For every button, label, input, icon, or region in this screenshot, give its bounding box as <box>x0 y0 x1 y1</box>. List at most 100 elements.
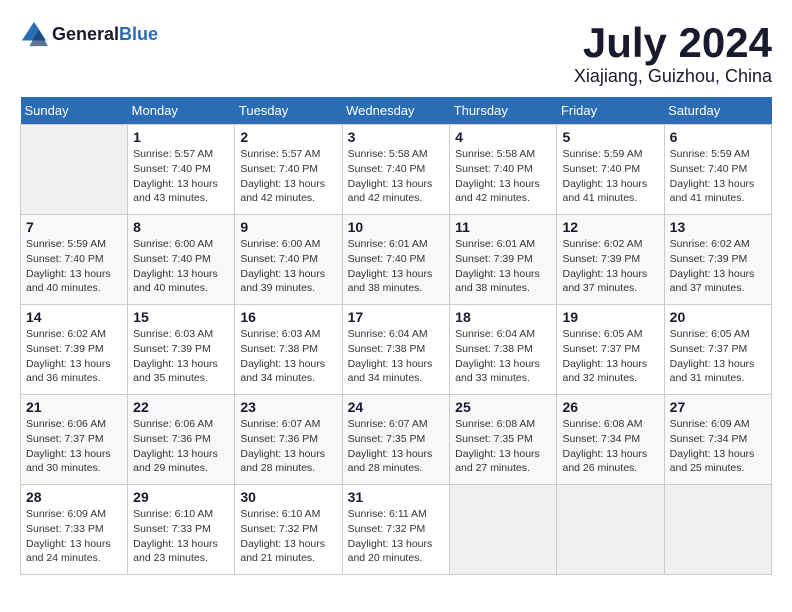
day-info: Sunrise: 5:57 AMSunset: 7:40 PMDaylight:… <box>240 147 336 206</box>
calendar-cell: 23Sunrise: 6:07 AMSunset: 7:36 PMDayligh… <box>235 395 342 485</box>
day-info: Sunrise: 6:02 AMSunset: 7:39 PMDaylight:… <box>562 237 658 296</box>
day-info: Sunrise: 6:01 AMSunset: 7:39 PMDaylight:… <box>455 237 551 296</box>
day-number: 28 <box>26 489 122 505</box>
calendar-cell: 12 Sunrise: 6:02 AMSunset: 7:39 PMDayligh… <box>557 215 664 305</box>
calendar-cell <box>664 485 771 575</box>
calendar-table: SundayMondayTuesdayWednesdayThursdayFrid… <box>20 97 772 575</box>
day-number: 16 <box>240 309 336 325</box>
day-info: Sunrise: 6:08 AMSunset: 7:35 PMDaylight:… <box>455 417 551 476</box>
day-info: Sunrise: 6:09 AMSunset: 7:34 PMDaylight:… <box>670 417 766 476</box>
day-number: 11 <box>455 219 551 235</box>
day-info: Sunrise: 6:11 AMSunset: 7:32 PMDaylight:… <box>348 507 445 566</box>
calendar-cell: 8 Sunrise: 6:00 AMSunset: 7:40 PMDaylight… <box>128 215 235 305</box>
calendar-cell: 3Sunrise: 5:58 AMSunset: 7:40 PMDaylight… <box>342 125 450 215</box>
day-number: 2 <box>240 129 336 145</box>
calendar-cell: 24Sunrise: 6:07 AMSunset: 7:35 PMDayligh… <box>342 395 450 485</box>
calendar-cell: 31 Sunrise: 6:11 AMSunset: 7:32 PMDayligh… <box>342 485 450 575</box>
day-info: Sunrise: 6:03 AMSunset: 7:38 PMDaylight:… <box>240 327 336 386</box>
day-number: 9 <box>240 219 336 235</box>
day-info: Sunrise: 6:10 AMSunset: 7:32 PMDaylight:… <box>240 507 336 566</box>
day-number: 6 <box>670 129 766 145</box>
calendar-cell: 28 Sunrise: 6:09 AMSunset: 7:33 PMDayligh… <box>21 485 128 575</box>
calendar-cell <box>21 125 128 215</box>
day-info: Sunrise: 6:06 AMSunset: 7:37 PMDaylight:… <box>26 417 122 476</box>
day-info: Sunrise: 6:07 AMSunset: 7:35 PMDaylight:… <box>348 417 445 476</box>
day-info: Sunrise: 6:03 AMSunset: 7:39 PMDaylight:… <box>133 327 229 386</box>
weekday-header-monday: Monday <box>128 97 235 125</box>
calendar-cell: 5Sunrise: 5:59 AMSunset: 7:40 PMDaylight… <box>557 125 664 215</box>
calendar-cell: 2 Sunrise: 5:57 AMSunset: 7:40 PMDaylight… <box>235 125 342 215</box>
location-title: Xiajiang, Guizhou, China <box>574 66 772 87</box>
calendar-cell: 6 Sunrise: 5:59 AMSunset: 7:40 PMDaylight… <box>664 125 771 215</box>
day-number: 22 <box>133 399 229 415</box>
day-info: Sunrise: 5:59 AMSunset: 7:40 PMDaylight:… <box>26 237 122 296</box>
calendar-cell: 21Sunrise: 6:06 AMSunset: 7:37 PMDayligh… <box>21 395 128 485</box>
calendar-cell: 30 Sunrise: 6:10 AMSunset: 7:32 PMDayligh… <box>235 485 342 575</box>
day-number: 20 <box>670 309 766 325</box>
calendar-cell: 27 Sunrise: 6:09 AMSunset: 7:34 PMDayligh… <box>664 395 771 485</box>
day-number: 4 <box>455 129 551 145</box>
calendar-header-row: SundayMondayTuesdayWednesdayThursdayFrid… <box>21 97 772 125</box>
page-header: GeneralBlue July 2024 Xiajiang, Guizhou,… <box>20 20 772 87</box>
day-info: Sunrise: 6:09 AMSunset: 7:33 PMDaylight:… <box>26 507 122 566</box>
day-number: 7 <box>26 219 122 235</box>
day-info: Sunrise: 6:10 AMSunset: 7:33 PMDaylight:… <box>133 507 229 566</box>
day-number: 25 <box>455 399 551 415</box>
calendar-cell: 26 Sunrise: 6:08 AMSunset: 7:34 PMDayligh… <box>557 395 664 485</box>
calendar-cell: 11 Sunrise: 6:01 AMSunset: 7:39 PMDayligh… <box>450 215 557 305</box>
day-number: 18 <box>455 309 551 325</box>
logo-icon <box>20 20 48 48</box>
calendar-cell: 16 Sunrise: 6:03 AMSunset: 7:38 PMDayligh… <box>235 305 342 395</box>
day-number: 29 <box>133 489 229 505</box>
calendar-cell: 1 Sunrise: 5:57 AMSunset: 7:40 PMDaylight… <box>128 125 235 215</box>
calendar-cell: 20Sunrise: 6:05 AMSunset: 7:37 PMDayligh… <box>664 305 771 395</box>
calendar-cell <box>557 485 664 575</box>
day-info: Sunrise: 6:08 AMSunset: 7:34 PMDaylight:… <box>562 417 658 476</box>
calendar-week-row: 1 Sunrise: 5:57 AMSunset: 7:40 PMDaylight… <box>21 125 772 215</box>
day-number: 31 <box>348 489 445 505</box>
month-title: July 2024 <box>574 20 772 66</box>
day-number: 1 <box>133 129 229 145</box>
calendar-cell: 10 Sunrise: 6:01 AMSunset: 7:40 PMDayligh… <box>342 215 450 305</box>
day-info: Sunrise: 6:01 AMSunset: 7:40 PMDaylight:… <box>348 237 445 296</box>
day-number: 12 <box>562 219 658 235</box>
day-info: Sunrise: 6:02 AMSunset: 7:39 PMDaylight:… <box>26 327 122 386</box>
day-number: 15 <box>133 309 229 325</box>
weekday-header-friday: Friday <box>557 97 664 125</box>
calendar-cell: 19Sunrise: 6:05 AMSunset: 7:37 PMDayligh… <box>557 305 664 395</box>
day-info: Sunrise: 5:58 AMSunset: 7:40 PMDaylight:… <box>348 147 445 206</box>
day-info: Sunrise: 5:57 AMSunset: 7:40 PMDaylight:… <box>133 147 229 206</box>
day-info: Sunrise: 6:00 AMSunset: 7:40 PMDaylight:… <box>133 237 229 296</box>
calendar-week-row: 21Sunrise: 6:06 AMSunset: 7:37 PMDayligh… <box>21 395 772 485</box>
day-number: 27 <box>670 399 766 415</box>
calendar-cell: 13Sunrise: 6:02 AMSunset: 7:39 PMDayligh… <box>664 215 771 305</box>
day-number: 10 <box>348 219 445 235</box>
calendar-week-row: 28 Sunrise: 6:09 AMSunset: 7:33 PMDayligh… <box>21 485 772 575</box>
day-info: Sunrise: 6:04 AMSunset: 7:38 PMDaylight:… <box>455 327 551 386</box>
logo-blue-text: Blue <box>119 24 158 44</box>
weekday-header-sunday: Sunday <box>21 97 128 125</box>
day-number: 30 <box>240 489 336 505</box>
logo-general-text: General <box>52 24 119 44</box>
calendar-cell <box>450 485 557 575</box>
day-number: 26 <box>562 399 658 415</box>
calendar-week-row: 14 Sunrise: 6:02 AMSunset: 7:39 PMDayligh… <box>21 305 772 395</box>
day-info: Sunrise: 6:05 AMSunset: 7:37 PMDaylight:… <box>562 327 658 386</box>
day-info: Sunrise: 5:59 AMSunset: 7:40 PMDaylight:… <box>562 147 658 206</box>
logo: GeneralBlue <box>20 20 158 48</box>
calendar-cell: 14 Sunrise: 6:02 AMSunset: 7:39 PMDayligh… <box>21 305 128 395</box>
title-section: July 2024 Xiajiang, Guizhou, China <box>574 20 772 87</box>
day-number: 14 <box>26 309 122 325</box>
calendar-cell: 4 Sunrise: 5:58 AMSunset: 7:40 PMDaylight… <box>450 125 557 215</box>
weekday-header-thursday: Thursday <box>450 97 557 125</box>
calendar-cell: 22Sunrise: 6:06 AMSunset: 7:36 PMDayligh… <box>128 395 235 485</box>
day-info: Sunrise: 5:58 AMSunset: 7:40 PMDaylight:… <box>455 147 551 206</box>
day-number: 17 <box>348 309 445 325</box>
day-number: 13 <box>670 219 766 235</box>
day-info: Sunrise: 5:59 AMSunset: 7:40 PMDaylight:… <box>670 147 766 206</box>
calendar-week-row: 7 Sunrise: 5:59 AMSunset: 7:40 PMDaylight… <box>21 215 772 305</box>
calendar-cell: 25 Sunrise: 6:08 AMSunset: 7:35 PMDayligh… <box>450 395 557 485</box>
day-number: 8 <box>133 219 229 235</box>
weekday-header-tuesday: Tuesday <box>235 97 342 125</box>
calendar-cell: 29 Sunrise: 6:10 AMSunset: 7:33 PMDayligh… <box>128 485 235 575</box>
